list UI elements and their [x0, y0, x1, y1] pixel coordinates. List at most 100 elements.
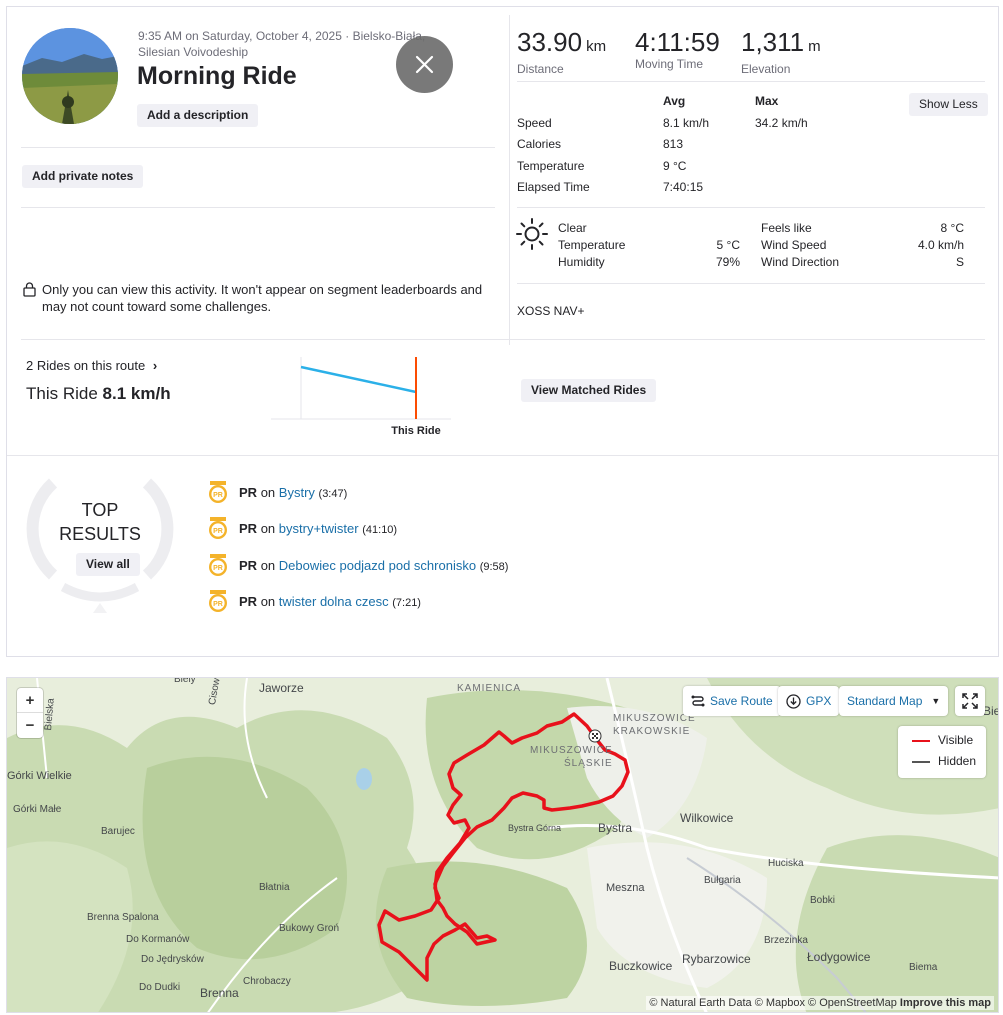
place-label: Brenna Spalona	[87, 912, 159, 923]
row-label: Temperature	[517, 159, 585, 173]
fullscreen-icon	[962, 693, 978, 709]
show-less-button[interactable]: Show Less	[909, 93, 988, 116]
route-legend: Visible Hidden	[898, 726, 986, 778]
column-divider	[509, 15, 510, 345]
route-map[interactable]: Jaworze KAMIENICA MIKUSZOWICE KRAKOWSKIE…	[6, 677, 999, 1013]
zoom-out-button[interactable]: −	[17, 713, 43, 738]
pr-on: on	[260, 484, 276, 500]
place-label: Do Dudki	[139, 982, 181, 993]
save-route-button[interactable]: Save Route	[683, 686, 781, 716]
place-label: Chrobaczy	[243, 976, 291, 987]
divider	[21, 207, 495, 208]
place-label: Rybarzowice	[682, 952, 751, 966]
stat-distance: 33.90 km Distance	[517, 27, 606, 76]
row-avg: 7:40:15	[663, 180, 704, 194]
segment-time: (9:58)	[479, 560, 509, 573]
svg-text:PR: PR	[213, 601, 223, 608]
place-label: Górki Małe	[13, 804, 62, 815]
chart-series-line	[300, 365, 417, 394]
place-label: Bystra Górna	[508, 823, 562, 833]
gpx-button[interactable]: GPX	[778, 686, 840, 716]
pr-label: PR	[239, 557, 258, 573]
attribution-text: © Natural Earth Data © Mapbox © OpenStre…	[649, 997, 897, 1009]
place-label: Bukowy Groń	[279, 923, 340, 934]
map-attribution: © Natural Earth Data © Mapbox © OpenStre…	[646, 996, 994, 1010]
col-avg-header: Avg	[663, 94, 686, 108]
divider	[517, 283, 985, 284]
row-avg: 9 °C	[663, 159, 687, 173]
weather-condition: Clear	[558, 221, 587, 235]
feels-like-label: Feels like	[761, 221, 812, 235]
legend-hidden-label: Hidden	[938, 754, 977, 768]
divider	[517, 81, 985, 82]
wind-direction-value: S	[955, 255, 964, 269]
col-max-header: Max	[755, 94, 779, 108]
segment-link[interactable]: twister dolna czesc	[279, 594, 389, 609]
pr-medal-icon: PR	[209, 517, 227, 539]
weather-temperature: 5 °C	[716, 238, 740, 252]
add-description-button[interactable]: Add a description	[137, 104, 259, 127]
elevation-unit: m	[808, 38, 821, 55]
place-label: Bułgaria	[704, 875, 741, 886]
row-avg: 813	[663, 137, 684, 151]
this-ride-value: 8.1 km/h	[102, 384, 171, 403]
place-label: Górki Wielkie	[7, 770, 72, 782]
map-style-select[interactable]: Standard Map ▼	[839, 686, 949, 716]
this-ride-label: This Ride	[26, 384, 98, 403]
place-label: MIKUSZOWICE	[530, 745, 613, 756]
legend-hidden-swatch	[912, 761, 930, 763]
divider	[21, 339, 985, 340]
svg-text:PR: PR	[213, 565, 223, 572]
rides-on-route-link[interactable]: 2 Rides on this route ›	[26, 358, 157, 373]
svg-text:PR: PR	[213, 528, 223, 535]
view-all-button[interactable]: View all	[76, 553, 140, 576]
segment-time: (3:47)	[318, 487, 348, 500]
map-style-label: Standard Map	[847, 694, 923, 708]
finish-flag-icon	[588, 729, 602, 743]
stat-moving-time: 4:11:59 Moving Time	[635, 27, 720, 71]
pr-on: on	[260, 520, 276, 536]
activity-photo[interactable]	[22, 28, 118, 124]
place-label: Błatnia	[259, 882, 290, 893]
legend-visible-swatch	[912, 740, 930, 742]
divider	[7, 455, 998, 456]
place-label: Buczkowice	[609, 959, 673, 973]
place-label: Brenna	[200, 986, 239, 1000]
segment-link[interactable]: Bystry	[279, 485, 315, 500]
activity-card: 9:35 AM on Saturday, October 4, 2025 · B…	[6, 6, 999, 657]
place-label: Bobki	[810, 895, 836, 906]
row-avg: 8.1 km/h	[663, 116, 710, 130]
segment-time: (41:10)	[362, 523, 398, 536]
pr-on: on	[260, 593, 276, 609]
segment-link[interactable]: Debowiec podjazd pod schronisko	[279, 558, 476, 573]
download-icon	[786, 693, 801, 709]
wind-speed-label: Wind Speed	[761, 238, 827, 252]
pr-label: PR	[239, 593, 258, 609]
pr-item: PR PR on Debowiec podjazd pod schronisko…	[207, 553, 508, 577]
fullscreen-button[interactable]	[955, 686, 985, 716]
pr-item: PR PR on twister dolna czesc (7:21)	[207, 589, 421, 613]
caret-down-icon: ▼	[931, 696, 941, 706]
sun-icon	[516, 218, 548, 250]
this-ride-summary: This Ride 8.1 km/h	[26, 384, 171, 404]
place-label: KRAKOWSKIE	[613, 726, 691, 737]
top-results-badge: TOP RESULTS View all	[23, 457, 177, 613]
top-results-line1: TOP	[81, 500, 119, 520]
place-label: Wilkowice	[680, 811, 734, 825]
row-label: Speed	[517, 116, 552, 130]
add-private-notes-button[interactable]: Add private notes	[22, 165, 144, 188]
close-button[interactable]	[396, 36, 453, 93]
segment-link[interactable]: bystry+twister	[279, 521, 359, 536]
improve-map-link[interactable]: Improve this map	[900, 997, 991, 1009]
view-matched-rides-button[interactable]: View Matched Rides	[521, 379, 657, 402]
pr-medal-icon: PR	[209, 481, 227, 503]
route-icon	[691, 695, 705, 707]
place-label: Barujec	[101, 826, 135, 837]
divider	[517, 207, 985, 208]
distance-label: Distance	[517, 62, 564, 76]
zoom-in-button[interactable]: +	[17, 688, 43, 713]
pr-label: PR	[239, 484, 258, 500]
row-max: 34.2 km/h	[755, 116, 808, 130]
matched-rides-chart: This Ride	[271, 357, 451, 437]
pr-medal-icon: PR	[209, 590, 227, 612]
